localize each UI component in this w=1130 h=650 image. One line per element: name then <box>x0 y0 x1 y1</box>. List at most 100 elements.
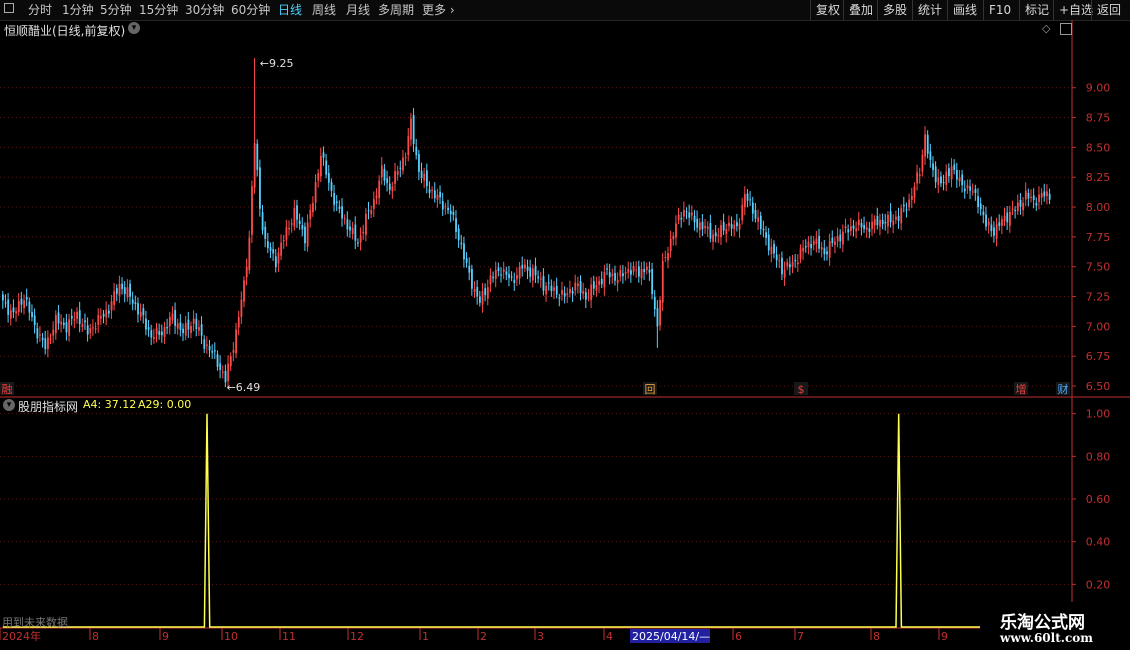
candle-body <box>685 211 688 213</box>
candle-body <box>730 224 733 229</box>
candle-body <box>383 168 386 181</box>
candle-body <box>214 350 216 352</box>
price-tick-label: 8.25 <box>1086 171 1111 184</box>
toolbar-button[interactable]: 返回 <box>1091 0 1126 20</box>
candle-body <box>940 176 942 184</box>
candle-body <box>524 264 526 269</box>
period-tab[interactable]: 30分钟 <box>185 2 224 18</box>
chevron-down-icon[interactable]: ▾ <box>128 22 140 34</box>
candle-body <box>815 238 818 245</box>
candle-body <box>987 221 990 226</box>
candle-body <box>619 269 622 277</box>
candle-body <box>810 243 813 249</box>
toolbar-button[interactable]: 标记 <box>1019 0 1054 20</box>
time-label: 9 <box>941 630 948 643</box>
candle-body <box>455 218 457 232</box>
candle-body <box>418 154 420 172</box>
indicator-title[interactable]: 股朋指标网 <box>18 398 78 415</box>
candle-body <box>571 291 574 294</box>
toolbar-menu-icon[interactable] <box>4 3 14 13</box>
candle-body <box>399 167 402 169</box>
period-tab[interactable]: 日线 <box>278 2 302 18</box>
toolbar-button[interactable]: F10 <box>983 0 1016 20</box>
period-tab[interactable]: 15分钟 <box>139 2 178 18</box>
candle-body <box>982 211 985 216</box>
candle-body <box>971 191 974 193</box>
candle-body <box>516 275 518 280</box>
candle-body <box>100 316 102 319</box>
candle-body <box>977 196 979 207</box>
toolbar-button[interactable]: 多股 <box>877 0 912 20</box>
toolbar-button[interactable]: 画线 <box>947 0 982 20</box>
candle-body <box>108 310 110 314</box>
candle-body <box>757 217 760 222</box>
candle-body <box>529 267 532 277</box>
candle-body <box>304 226 306 244</box>
period-tab[interactable]: 多周期 <box>378 2 414 18</box>
candle-body <box>182 328 184 334</box>
candle-body <box>243 280 245 302</box>
candle-body <box>123 287 126 295</box>
candle-body <box>539 278 542 280</box>
watermark-url: www.60lt.com <box>1000 631 1093 645</box>
indicator-tick-label: 0.60 <box>1086 493 1111 506</box>
price-tick-label: 8.50 <box>1086 141 1111 154</box>
candle-body <box>57 312 60 324</box>
candle-body <box>897 215 900 221</box>
candle-body <box>712 234 714 242</box>
candle-body <box>9 310 12 319</box>
candle-body <box>357 242 359 244</box>
candle-body <box>948 168 950 177</box>
candle-body <box>492 276 495 279</box>
candle-body <box>889 211 892 223</box>
candle-body <box>797 262 799 265</box>
candle-body <box>881 220 884 225</box>
candle-body <box>105 309 108 318</box>
candle-body <box>566 293 569 296</box>
period-tab[interactable]: 60分钟 <box>231 2 270 18</box>
period-tab[interactable]: 1分钟 <box>62 2 94 18</box>
candle-body <box>274 256 277 268</box>
toolbar-button[interactable]: 叠加 <box>843 0 878 20</box>
period-tab[interactable]: 月线 <box>346 2 370 18</box>
candle-body <box>1009 211 1011 226</box>
stock-title[interactable]: 恒顺醋业(日线,前复权) <box>4 22 125 39</box>
toolbar-button[interactable]: 统计 <box>912 0 947 20</box>
candle-body <box>359 235 362 243</box>
candle-body <box>884 222 887 224</box>
period-tab[interactable]: 5分钟 <box>100 2 132 18</box>
candle-body <box>961 174 964 186</box>
candle-body <box>622 273 624 277</box>
candle-body <box>1038 194 1040 203</box>
candle-body <box>17 301 20 313</box>
candle-body <box>932 163 934 170</box>
candle-body <box>47 337 49 349</box>
candle-body <box>351 227 354 235</box>
panel-toggle-icon[interactable] <box>1060 23 1072 35</box>
diamond-icon[interactable]: ◇ <box>1042 22 1050 35</box>
toolbar-button[interactable]: 复权 <box>810 0 845 20</box>
candle-body <box>786 262 789 267</box>
candle-body <box>532 268 534 281</box>
indicator-chevron-icon[interactable]: ▾ <box>3 399 15 411</box>
candle-body <box>2 294 4 301</box>
candle-body <box>558 297 561 299</box>
candle-body <box>916 172 919 184</box>
candle-body <box>579 281 582 294</box>
period-tab[interactable]: 更多 › <box>422 2 455 18</box>
candle-body <box>778 260 781 262</box>
candle-body <box>521 264 524 269</box>
candle-body <box>333 192 336 205</box>
candle-body <box>131 299 134 304</box>
candle-body <box>420 170 423 178</box>
candle-body <box>171 313 174 321</box>
candle-body <box>33 315 36 326</box>
candle-body <box>118 283 121 296</box>
period-tab[interactable]: 分时 <box>28 2 52 18</box>
candle-body <box>486 287 489 299</box>
time-label: 10 <box>224 630 238 643</box>
high-price-label: ←9.25 <box>260 57 294 70</box>
candle-body <box>129 283 131 297</box>
period-tab[interactable]: 周线 <box>312 2 336 18</box>
candle-body <box>1016 202 1019 212</box>
